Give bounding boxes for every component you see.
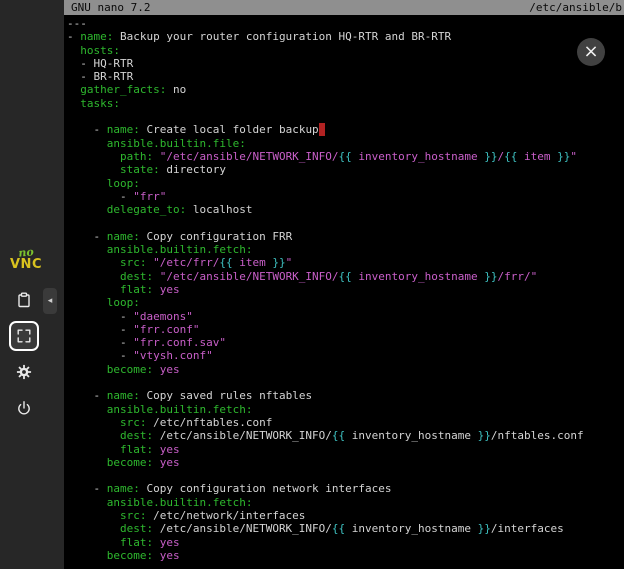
editor-line: - "frr.conf" (67, 323, 624, 336)
clipboard-icon (16, 292, 32, 308)
editor-line: --- (67, 17, 624, 30)
nano-version: GNU nano 7.2 (71, 0, 150, 15)
editor-line: - "vtysh.conf" (67, 349, 624, 362)
collapse-arrow-icon: ◂ (48, 296, 53, 306)
editor-line: gather_facts: no (67, 83, 624, 96)
gear-icon (16, 364, 32, 380)
editor-line: hosts: (67, 44, 624, 57)
editor-line: ansible.builtin.fetch: (67, 496, 624, 509)
editor-line: delegate_to: localhost (67, 203, 624, 216)
editor-line: src: /etc/network/interfaces (67, 509, 624, 522)
editor-line: state: directory (67, 163, 624, 176)
nano-terminal[interactable]: GNU nano 7.2 /etc/ansible/b ---- name: B… (64, 0, 624, 569)
editor-line: ansible.builtin.file: (67, 137, 624, 150)
editor-line: - "daemons" (67, 310, 624, 323)
nano-filename: /etc/ansible/b (529, 0, 622, 15)
editor-line: become: yes (67, 363, 624, 376)
editor-line: loop: (67, 296, 624, 309)
settings-button[interactable] (9, 357, 39, 387)
close-button[interactable]: × (577, 38, 605, 66)
editor-line: - name: Copy configuration FRR (67, 230, 624, 243)
editor-line: src: /etc/nftables.conf (67, 416, 624, 429)
control-bar-handle[interactable]: ◂ (43, 288, 57, 314)
clipboard-button[interactable] (9, 285, 39, 315)
editor-line (67, 469, 624, 482)
editor-line: dest: /etc/ansible/NETWORK_INFO/{{ inven… (67, 522, 624, 535)
novnc-control-bar: no VNC ◂ (0, 0, 64, 569)
power-button[interactable] (9, 393, 39, 423)
close-icon: × (583, 43, 598, 61)
power-icon (16, 400, 32, 416)
editor-line: src: "/etc/frr/{{ item }}" (67, 256, 624, 269)
editor-line: - "frr.conf.sav" (67, 336, 624, 349)
editor-line: ansible.builtin.fetch: (67, 403, 624, 416)
editor-line (67, 216, 624, 229)
editor-line: - name: Create local folder backup (67, 123, 624, 136)
editor-line: flat: yes (67, 443, 624, 456)
fullscreen-icon (16, 328, 32, 344)
editor-line: become: yes (67, 456, 624, 469)
editor-line: ansible.builtin.fetch: (67, 243, 624, 256)
vnc-screen: no VNC ◂ (0, 0, 624, 569)
editor-line: loop: (67, 177, 624, 190)
editor-line: - name: Copy saved rules nftables (67, 389, 624, 402)
editor-line: path: "/etc/ansible/NETWORK_INFO/{{ inve… (67, 150, 624, 163)
editor-line: - "frr" (67, 190, 624, 203)
novnc-logo: no VNC (2, 247, 50, 271)
editor-content[interactable]: ---- name: Backup your router configurat… (64, 15, 624, 562)
editor-line: flat: yes (67, 536, 624, 549)
nano-titlebar: GNU nano 7.2 /etc/ansible/b (64, 0, 624, 15)
editor-line: - BR-RTR (67, 70, 624, 83)
editor-line: - name: Backup your router configuration… (67, 30, 624, 43)
editor-line: - name: Copy configuration network inter… (67, 482, 624, 495)
editor-line (67, 376, 624, 389)
editor-line: tasks: (67, 97, 624, 110)
editor-line: dest: "/etc/ansible/NETWORK_INFO/{{ inve… (67, 270, 624, 283)
editor-line: become: yes (67, 549, 624, 562)
editor-line: flat: yes (67, 283, 624, 296)
editor-line: - HQ-RTR (67, 57, 624, 70)
novnc-logo-vnc: VNC (2, 258, 50, 271)
fullscreen-button[interactable] (9, 321, 39, 351)
editor-line (67, 110, 624, 123)
editor-line: dest: /etc/ansible/NETWORK_INFO/{{ inven… (67, 429, 624, 442)
